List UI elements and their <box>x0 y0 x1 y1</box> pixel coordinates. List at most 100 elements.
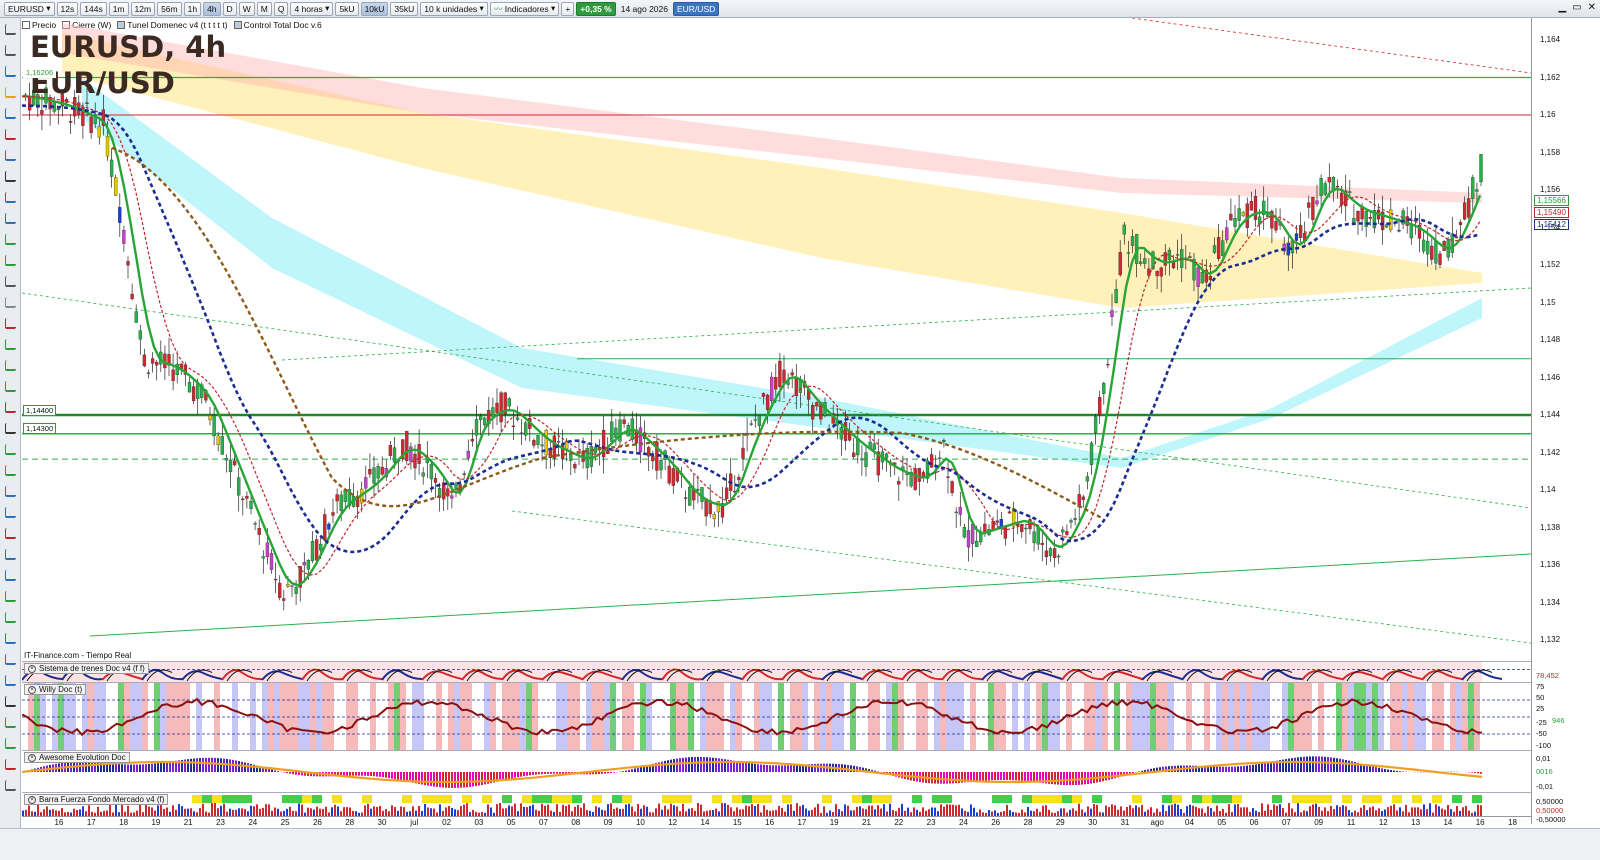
close-icon[interactable]: × <box>28 795 36 804</box>
drawing-tool-icon[interactable] <box>5 360 16 371</box>
candle-body <box>507 398 511 407</box>
timeframe-12m[interactable]: 12m <box>130 1 156 16</box>
candle-body <box>138 330 142 340</box>
candle-body <box>938 457 942 459</box>
drawing-tool-icon[interactable] <box>5 213 16 224</box>
drawing-tool-icon[interactable] <box>5 45 16 56</box>
drawing-tool-icon[interactable] <box>5 780 16 791</box>
drawing-tool-icon[interactable] <box>5 570 16 581</box>
drawing-tool-icon[interactable] <box>5 486 16 497</box>
close-icon[interactable]: ✕ <box>1588 2 1596 13</box>
x-tick-label: 03 <box>474 818 484 827</box>
close-icon[interactable]: × <box>28 685 36 694</box>
x-tick-label: 16 <box>1475 818 1485 827</box>
timeframe-D[interactable]: D <box>222 1 237 16</box>
period-select[interactable]: 4 horas ▾ <box>290 1 334 16</box>
timeframe-1h[interactable]: 1h <box>183 1 202 16</box>
candle-body <box>1040 542 1044 545</box>
x-tick-label: jul <box>410 818 419 827</box>
drawing-tool-icon[interactable] <box>5 717 16 728</box>
drawing-tool-icon[interactable] <box>5 87 16 98</box>
timeframe-144s[interactable]: 144s <box>80 1 107 16</box>
time-axis[interactable]: 16 17 18 19 21 23 24 25 26 28 30 jul 02 03 05 07 08 09 10 1… <box>22 816 1531 828</box>
candle-body <box>975 540 979 547</box>
close-icon[interactable]: × <box>28 753 36 762</box>
timeframe-1m[interactable]: 1m <box>108 1 129 16</box>
timeframe-12s[interactable]: 12s <box>56 1 79 16</box>
drawing-tool-icon[interactable] <box>5 759 16 770</box>
period-label: 4 horas <box>294 3 323 14</box>
timeframe-M[interactable]: M <box>256 1 272 16</box>
drawing-tool-icon[interactable] <box>5 24 16 35</box>
level-label-1: 1,14400 <box>23 405 57 416</box>
timeframe-4h[interactable]: 4h <box>203 1 221 16</box>
drawing-tool-icon[interactable] <box>5 528 16 539</box>
candle-body <box>515 417 520 420</box>
candle-body <box>1212 245 1217 253</box>
candle-body <box>56 108 60 111</box>
drawing-tool-icon[interactable] <box>5 276 16 287</box>
timeframe-Q[interactable]: Q <box>273 1 289 16</box>
candle-body <box>1450 233 1454 253</box>
indicators-button[interactable]: 〰 Indicadores ▾ <box>489 1 560 16</box>
candle-body <box>1175 254 1180 256</box>
panel-barra: × Barra Fuerza Fondo Mercado v4 (f) <box>22 792 1531 817</box>
minimize-icon[interactable]: ▁ <box>1558 2 1566 13</box>
drawing-tool-icon[interactable] <box>5 150 16 161</box>
x-tick-label: 09 <box>1314 818 1324 827</box>
candle-body <box>310 541 315 561</box>
drawing-tool-icon[interactable] <box>5 66 16 77</box>
candle-body <box>815 402 819 407</box>
drawing-tool-icon[interactable] <box>5 129 16 140</box>
drawing-tool-icon[interactable] <box>5 549 16 560</box>
volume-10kU[interactable]: 10kU <box>360 1 389 16</box>
drawing-tool-icon[interactable] <box>5 255 16 266</box>
panel-title: Willy Doc (t) <box>39 685 83 694</box>
drawing-tool-icon[interactable] <box>5 339 16 350</box>
candle-body <box>216 435 220 446</box>
timeframe-W[interactable]: W <box>238 1 255 16</box>
candle-body <box>1069 520 1073 523</box>
drawing-tool-icon[interactable] <box>5 696 16 707</box>
candle-body <box>958 507 962 515</box>
volume-35kU[interactable]: 35kU <box>390 1 419 16</box>
drawing-tool-icon[interactable] <box>5 465 16 476</box>
candle-body <box>335 494 339 502</box>
drawing-tool-icon[interactable] <box>5 675 16 686</box>
drawing-tool-icon[interactable] <box>5 108 16 119</box>
drawing-tool-icon[interactable] <box>5 591 16 602</box>
volume-5kU[interactable]: 5kU <box>335 1 359 16</box>
drawing-tool-icon[interactable] <box>5 192 16 203</box>
drawing-tools-sidebar <box>0 18 21 842</box>
drawing-tool-icon[interactable] <box>5 381 16 392</box>
drawing-tool-icon[interactable] <box>5 318 16 329</box>
drawing-tool-icon[interactable] <box>5 738 16 749</box>
x-tick-label: 21 <box>862 818 871 827</box>
candle-body <box>224 457 229 461</box>
drawing-tool-icon[interactable] <box>5 171 16 182</box>
price-chart[interactable] <box>22 18 1531 650</box>
drawing-tool-icon[interactable] <box>5 507 16 518</box>
candle-body <box>716 501 721 513</box>
candle-body <box>306 560 311 570</box>
candle-body <box>228 459 233 473</box>
candle-body <box>388 444 393 456</box>
timeframe-56m[interactable]: 56m <box>157 1 182 16</box>
drawing-tool-icon[interactable] <box>5 654 16 665</box>
drawing-tool-icon[interactable] <box>5 612 16 623</box>
close-icon[interactable]: × <box>28 664 36 673</box>
drawing-tool-icon[interactable] <box>5 423 16 434</box>
maximize-icon[interactable]: ▭ <box>1572 2 1581 13</box>
drawing-tool-icon[interactable] <box>5 234 16 245</box>
drawing-tool-icon[interactable] <box>5 444 16 455</box>
symbol-select[interactable]: EURUSD ▾ <box>4 1 55 16</box>
drawing-tool-icon[interactable] <box>5 402 16 413</box>
candle-body <box>1438 253 1442 265</box>
drawing-tool-icon[interactable] <box>5 633 16 644</box>
x-tick-label: 14 <box>700 818 710 827</box>
candle-body <box>1052 548 1057 559</box>
drawing-tool-icon[interactable] <box>5 297 16 308</box>
units-select[interactable]: 10 k unidades ▾ <box>420 1 488 16</box>
change-badge: +0,35 % <box>576 1 616 16</box>
compare-button[interactable]: + <box>561 1 575 16</box>
